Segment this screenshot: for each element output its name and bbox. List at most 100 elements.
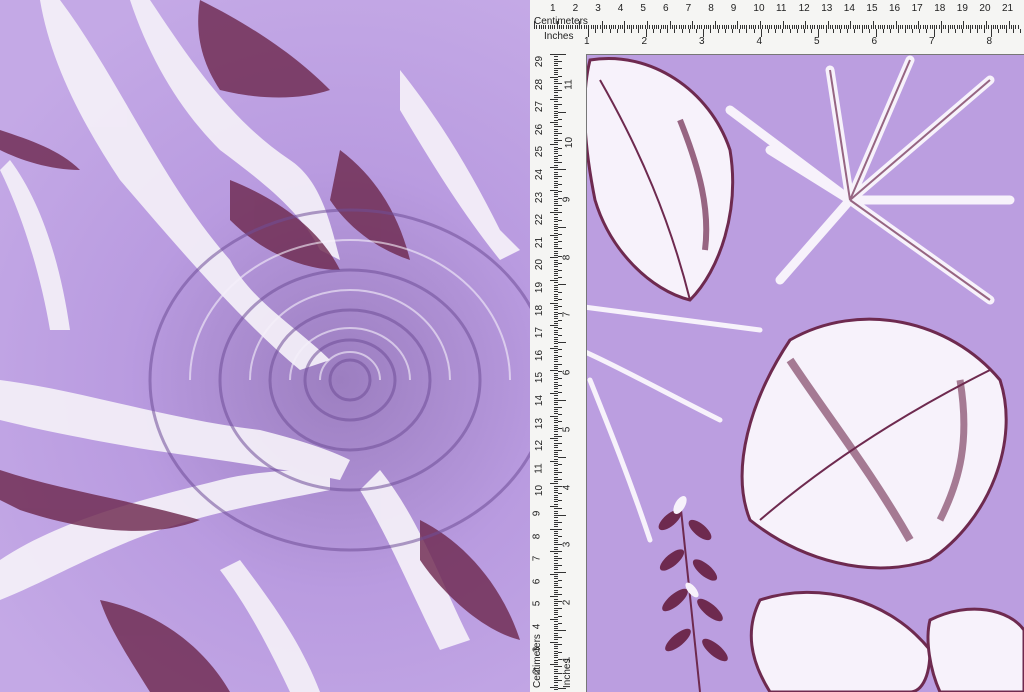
ruler-tick [550,370,558,372]
ruler-cm-number: 3 [595,3,601,14]
ruler-vertical-in-label: Inches [562,658,573,688]
ruler-vertical-in-number: 2 [561,599,573,605]
ruler-vertical-cm-number: 13 [534,417,546,429]
ruler-tick [558,298,562,300]
ruler-tick [558,673,562,675]
ruler-tick [558,442,562,444]
ruler-in-number: 1 [584,36,590,47]
ruler-tick [746,29,748,33]
ruler-tick [645,29,647,37]
ruler-vertical-in-number: 5 [561,426,573,433]
ruler-tick [883,29,885,33]
ruler-tick [897,29,899,33]
ruler-tick [760,29,762,37]
ruler-tick [850,21,852,29]
ruler-tick [558,277,562,279]
ruler-tick [550,460,558,462]
ruler-tick [1005,29,1007,33]
ruler-vertical-cm-number: 26 [534,123,546,135]
ruler-vertical-cm-number: 16 [534,349,546,361]
ruler-tick [550,641,558,643]
ruler-tick [912,29,913,33]
ruler-tick [647,21,648,29]
ruler-vertical-cm-number: 20 [534,259,546,271]
ruler-tick [558,550,562,552]
ruler-tick [827,21,829,29]
ruler-tick [588,29,589,37]
ruler-tick [558,334,562,336]
ruler-tick [955,29,957,33]
ruler-tick [558,82,562,84]
ruler-vertical-cm-number: 27 [534,101,546,113]
ruler-tick [558,248,562,250]
ruler-tick [550,325,558,327]
ruler-tick [940,29,942,33]
ruler-cm-number: 12 [798,3,810,14]
ruler-cm-number: 1 [550,3,556,14]
ruler-tick [1012,29,1014,33]
ruler-tick [739,29,741,33]
ruler-tick [558,126,562,127]
ruler-tick [558,543,562,545]
ruler-tick [558,651,562,653]
ruler-tick [868,29,870,33]
ruler-tick [558,579,562,581]
ruler-in-number: 3 [699,36,705,47]
ruler-tick [550,54,558,55]
ruler-tick [558,176,562,178]
ruler-tick [832,29,834,33]
swirl-fabric-illustration [0,0,530,692]
ruler-cm-number: 19 [956,3,968,14]
ruler-tick [558,133,562,135]
ruler-tick [558,226,566,228]
ruler-cm-number: 17 [911,3,923,14]
ruler-vertical-in-number: 7 [561,311,573,318]
ruler-vertical-cm-number: 23 [534,191,546,203]
ruler-tick [558,75,562,77]
ruler-vertical-cm-number: 18 [534,304,546,316]
ruler-tick [558,198,562,199]
ruler-vertical-cm-number: 25 [534,146,546,158]
ruler-vertical-cm-number: 4 [531,623,543,630]
ruler-tick [550,573,558,575]
ruler-tick [825,29,827,33]
ruler-tick [926,29,928,33]
ruler-tick [984,29,985,33]
ruler-tick [631,29,633,33]
ruler-tick [558,61,562,63]
ruler-tick [558,514,566,516]
ruler-tick [558,421,562,423]
ruler-tick [558,97,562,99]
ruler-tick [558,284,566,286]
ruler-tick [681,29,683,33]
ruler-tick [558,270,562,271]
ruler-tick [782,29,784,33]
ruler-tick [558,241,562,243]
ruler-tick [558,111,566,113]
ruler-tick [550,347,558,349]
ruler-vertical-cm-number: 24 [534,168,546,181]
ruler-in-number: 4 [756,36,763,47]
ruler-tick [558,601,562,603]
ruler-centimeters-vertical: 29 28 27 26 25 24 23 22 21 20 19 18 17 16 15 14 13 12 11 10… [530,54,559,692]
ruler-tick [558,262,562,264]
ruler-tick [558,464,562,466]
ruler-tick [558,608,562,610]
ruler-cm-number: 18 [934,3,946,14]
ruler-tick [558,630,566,631]
ruler-vertical-in-number: 6 [561,369,573,375]
ruler-tick [558,586,562,588]
ruler-tick [890,29,892,33]
ruler-tick [976,29,978,33]
ruler-tick [558,118,562,120]
ruler-tick [558,291,562,293]
ruler-tick [558,457,566,459]
ruler-tick [550,483,558,485]
ruler-tick [861,29,863,33]
ruler-tick [558,378,562,379]
ruler-cm-number: 5 [640,3,646,14]
ruler-tick [804,29,805,33]
ruler-tick [550,257,558,259]
ruler-tick [674,29,676,33]
ruler-tick [601,21,603,29]
